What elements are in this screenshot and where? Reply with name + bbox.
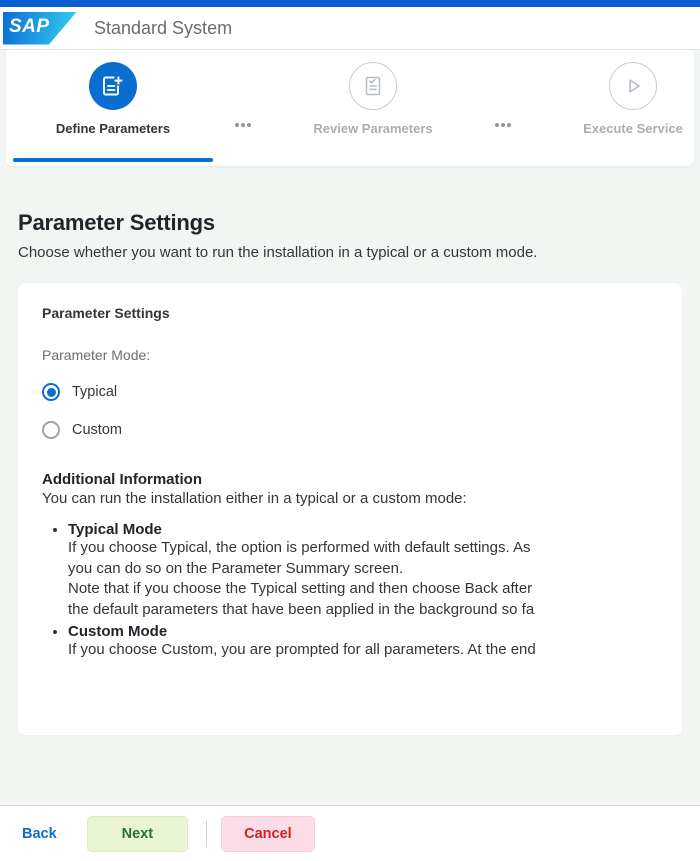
wizard-step-label: Review Parameters bbox=[313, 121, 433, 136]
radio-option-typical[interactable]: Typical bbox=[42, 383, 658, 401]
radio-typical-label: Typical bbox=[72, 384, 118, 400]
shell-title: Standard System bbox=[94, 17, 233, 38]
footer-divider bbox=[206, 820, 208, 847]
shell-header: SAP Standard System bbox=[0, 7, 700, 50]
card-section-title: Parameter Settings bbox=[42, 305, 170, 321]
wizard-active-underline bbox=[13, 158, 213, 162]
wizard-step-label: Define Parameters bbox=[55, 121, 171, 136]
wizard-separator-1 bbox=[220, 50, 266, 166]
wizard-step-review-parameters[interactable]: Review Parameters bbox=[266, 50, 480, 166]
mode-text-line: the default parameters that have been ap… bbox=[68, 601, 535, 619]
parameter-mode-label: Parameter Mode: bbox=[42, 347, 151, 363]
sap-installer-window: SAP Standard System Define Parameters Re… bbox=[0, 0, 700, 861]
mode-text-line: Note that if you choose the Typical sett… bbox=[68, 580, 533, 598]
mode-text-line: you can do so on the Parameter Summary s… bbox=[68, 559, 404, 577]
next-button[interactable]: Next bbox=[86, 815, 189, 852]
three-dots-icon bbox=[495, 123, 511, 127]
wizard-step-define-parameters[interactable]: Define Parameters bbox=[6, 50, 220, 166]
wizard-separator-2 bbox=[480, 50, 526, 166]
radio-option-custom[interactable]: Custom bbox=[42, 421, 658, 439]
mode-text-line: If you choose Custom, you are prompted f… bbox=[68, 640, 536, 658]
wizard-footer: Back Next Cancel bbox=[0, 805, 700, 861]
radio-custom-indicator[interactable] bbox=[42, 421, 60, 439]
top-accent-strip bbox=[0, 0, 700, 7]
parameter-settings-card: Parameter Settings Parameter Mode: Typic… bbox=[18, 283, 682, 735]
sap-logo[interactable]: SAP bbox=[3, 11, 77, 45]
cancel-button[interactable]: Cancel bbox=[221, 815, 315, 852]
mode-name: Custom Mode bbox=[68, 622, 168, 640]
checklist-icon bbox=[349, 62, 397, 110]
additional-information-intro: You can run the installation either in a… bbox=[42, 490, 467, 507]
sap-logo-text: SAP bbox=[9, 15, 50, 37]
main-content: Parameter Settings Choose whether you wa… bbox=[0, 210, 700, 735]
mode-text-line: If you choose Typical, the option is per… bbox=[68, 539, 531, 556]
additional-information-heading: Additional Information bbox=[42, 471, 202, 488]
wizard-step-label: Execute Service bbox=[583, 121, 683, 136]
list-item: Typical Mode If you choose Typical, the … bbox=[68, 521, 658, 621]
wizard-step-execute-service[interactable]: Execute Service bbox=[526, 50, 700, 166]
back-button[interactable]: Back bbox=[18, 818, 61, 850]
radio-custom-label: Custom bbox=[72, 422, 122, 438]
list-item: Custom Mode If you choose Custom, you ar… bbox=[68, 623, 658, 661]
wizard-step-bar: Define Parameters Review Parameters Exec… bbox=[6, 50, 694, 166]
page-subtitle: Choose whether you want to run the insta… bbox=[18, 244, 538, 261]
mode-name: Typical Mode bbox=[68, 521, 162, 538]
play-icon bbox=[609, 62, 657, 110]
mode-description-list: Typical Mode If you choose Typical, the … bbox=[42, 521, 658, 660]
document-add-icon bbox=[89, 62, 137, 110]
three-dots-icon bbox=[235, 123, 251, 127]
radio-typical-indicator[interactable] bbox=[42, 383, 60, 401]
page-title: Parameter Settings bbox=[18, 210, 215, 235]
